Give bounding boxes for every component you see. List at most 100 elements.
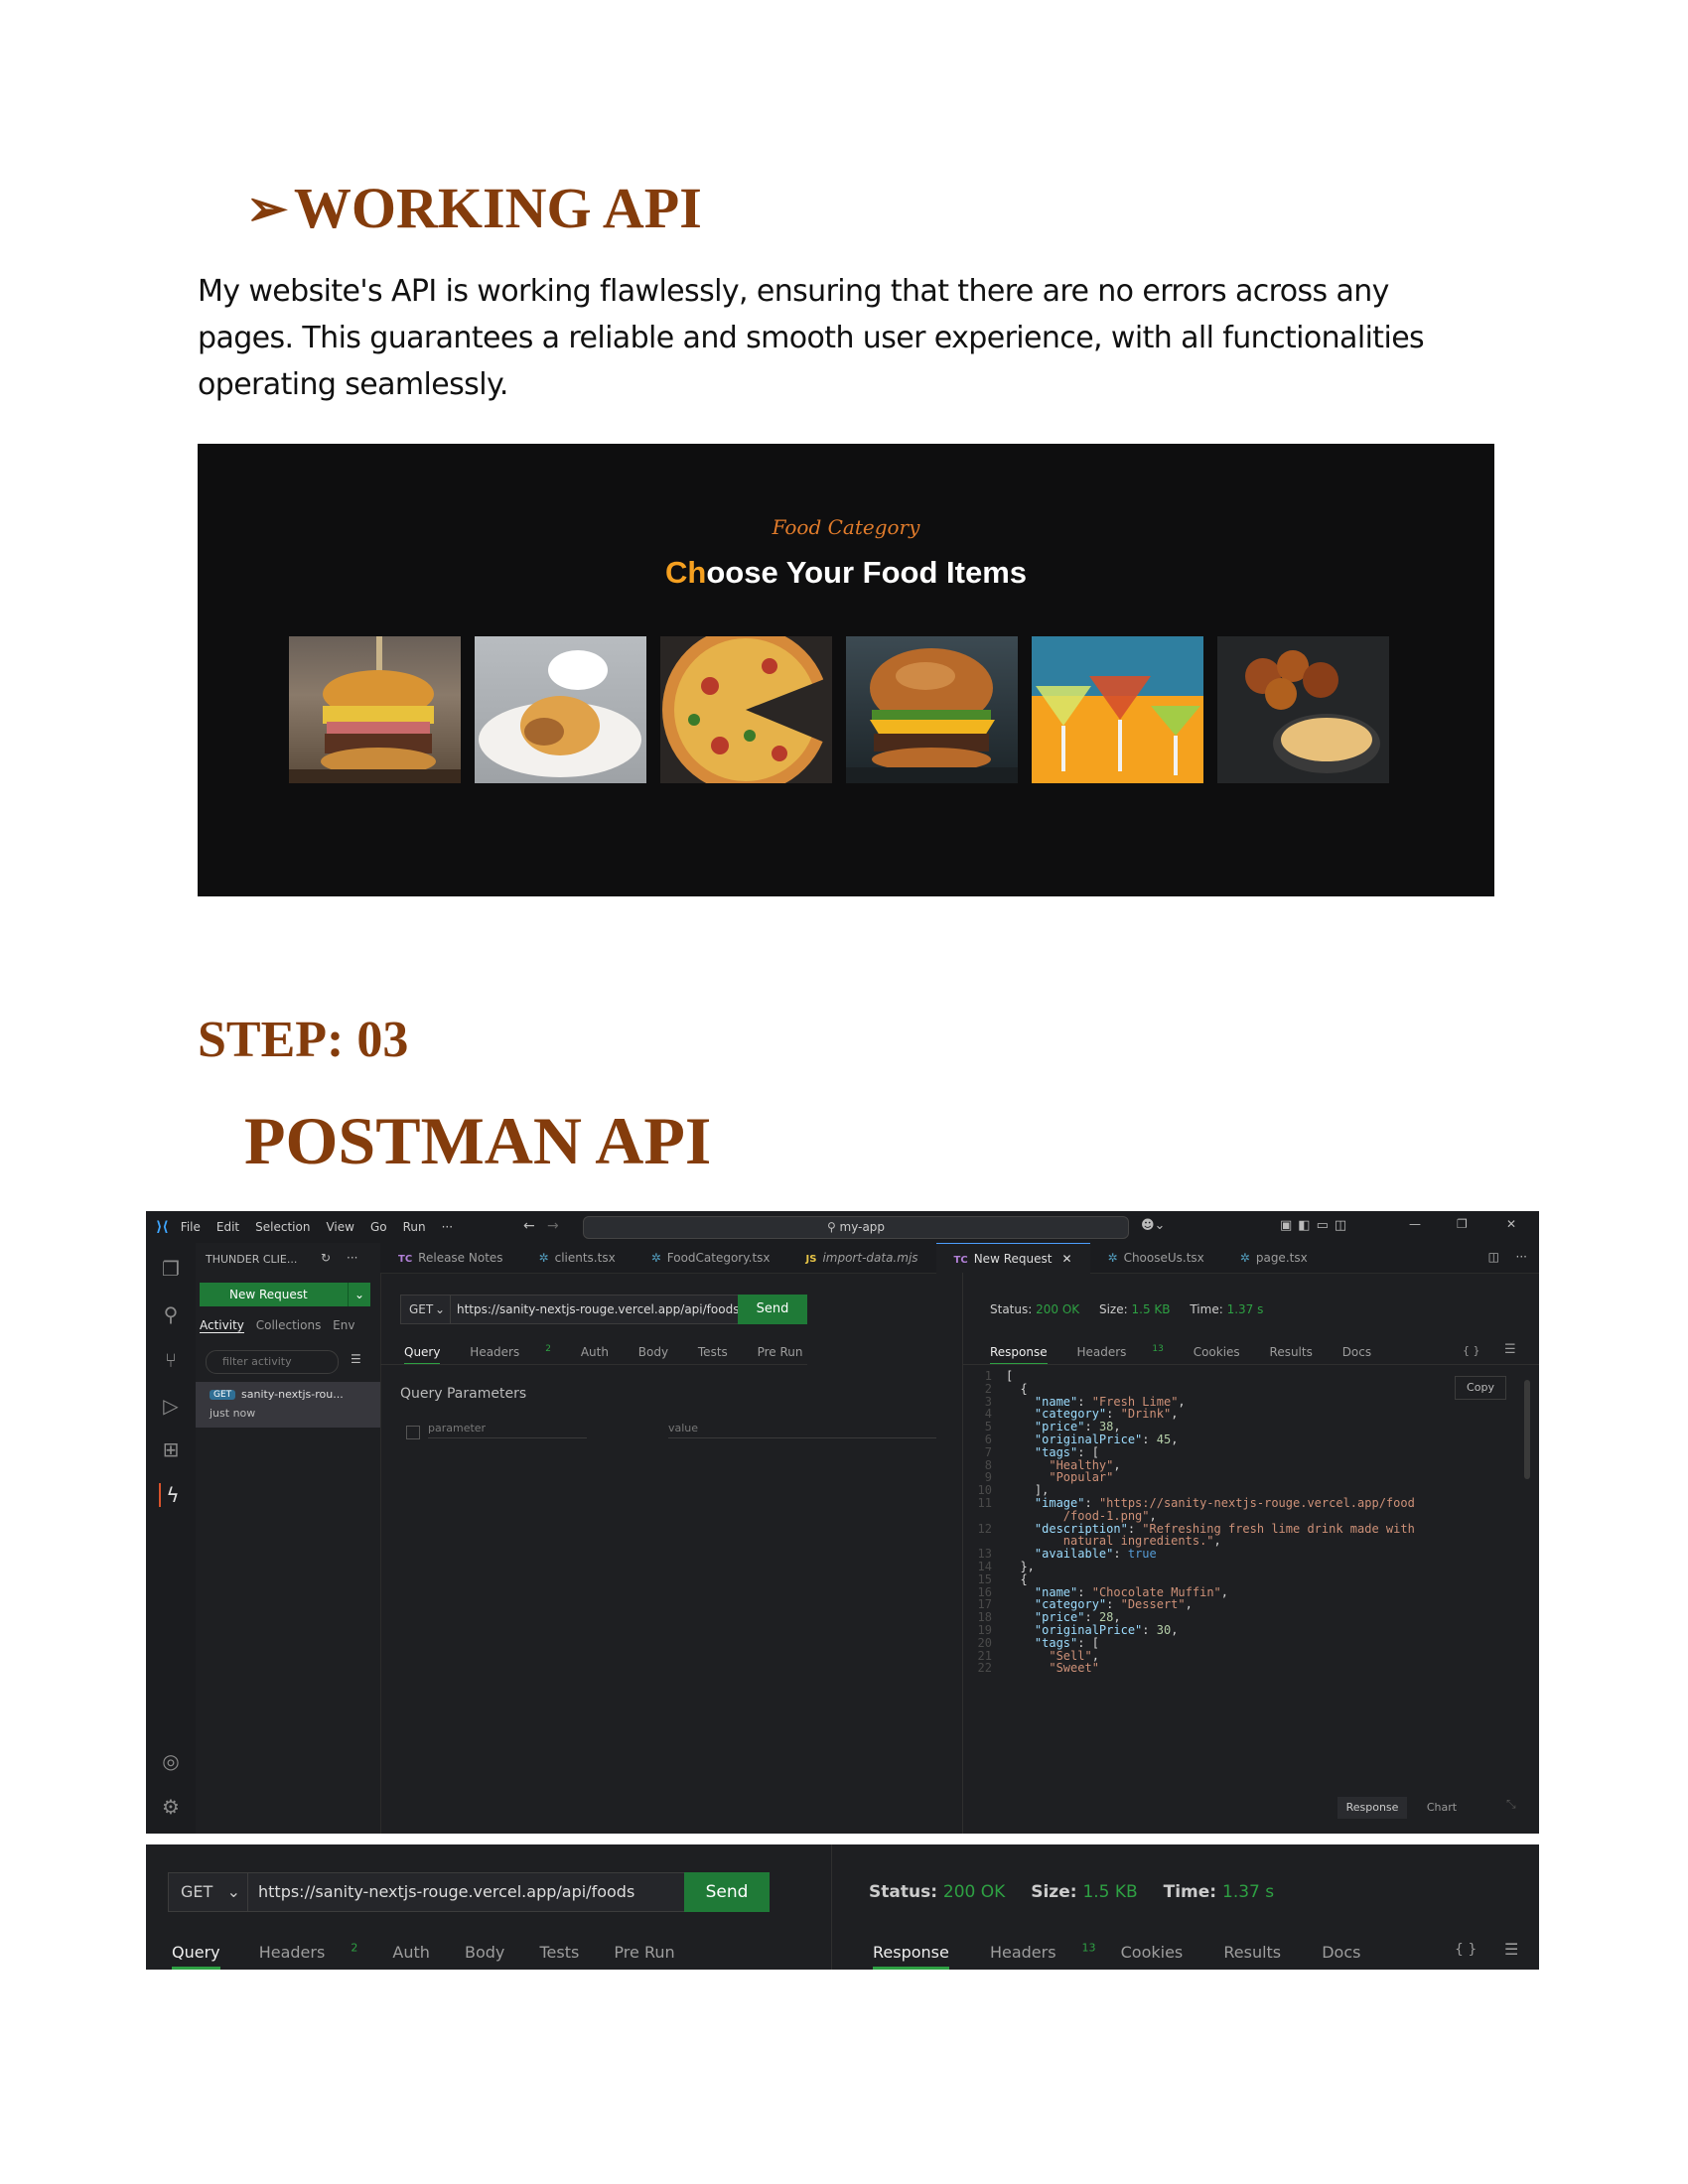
strip-send-button[interactable]: Send — [684, 1872, 770, 1912]
wrap-lines-icon[interactable]: ☰ — [1504, 1342, 1516, 1357]
menu-more[interactable]: ··· — [442, 1220, 453, 1234]
resp-tab-response[interactable]: Response — [990, 1345, 1048, 1365]
menu-file[interactable]: File — [181, 1220, 201, 1234]
query-params-title: Query Parameters — [400, 1386, 527, 1402]
url-input[interactable]: https://sanity-nextjs-rouge.vercel.app/a… — [450, 1295, 740, 1324]
strip-divider — [831, 1844, 832, 1970]
activity-item[interactable]: GET sanity-nextjs-rou... just now — [196, 1382, 380, 1428]
close-window-icon[interactable]: ✕ — [1506, 1217, 1516, 1231]
format-braces-icon[interactable]: { } — [1463, 1344, 1480, 1357]
subtab-pre-run[interactable]: Pre Run — [758, 1345, 803, 1359]
menu-lines-icon[interactable]: ☰ — [351, 1352, 361, 1366]
forward-arrow-icon[interactable]: → — [547, 1218, 559, 1234]
resp-tab-docs[interactable]: Docs — [1342, 1345, 1371, 1359]
strip-resp-tab-results[interactable]: Results — [1223, 1943, 1281, 1962]
refresh-icon[interactable]: ↻ — [321, 1251, 331, 1265]
menu-go[interactable]: Go — [370, 1220, 387, 1234]
react-file-icon: ✲ — [538, 1251, 549, 1265]
tab-choose-us[interactable]: ✲ ChooseUs.tsx — [1090, 1243, 1222, 1273]
minimize-icon[interactable]: — — [1409, 1217, 1421, 1231]
method-badge: GET — [210, 1390, 236, 1400]
settings-gear-icon[interactable]: ⚙ — [159, 1795, 183, 1819]
more-tabs-icon[interactable]: ··· — [1516, 1250, 1527, 1264]
strip-response-subtabs: Response Headers 13 Cookies Results Docs — [873, 1942, 1386, 1971]
strip-resp-tab-cookies[interactable]: Cookies — [1121, 1943, 1184, 1962]
search-text: my-app — [839, 1220, 886, 1234]
more-actions-icon[interactable]: ··· — [347, 1251, 357, 1265]
tab-import-data[interactable]: JS import-data.mjs — [788, 1243, 936, 1273]
tab-release-notes[interactable]: TC Release Notes — [380, 1243, 521, 1273]
menu-run[interactable]: Run — [403, 1220, 426, 1234]
strip-wrap-lines-icon[interactable]: ☰ — [1504, 1940, 1518, 1959]
parameter-input[interactable]: parameter — [428, 1422, 587, 1438]
param-checkbox[interactable] — [406, 1426, 420, 1439]
thunder-client-icon[interactable]: ϟ — [159, 1483, 185, 1507]
food-image-plated-dish — [475, 636, 646, 783]
section-heading-working-api: ➢ WORKING API — [246, 175, 702, 241]
food-image-pizza — [660, 636, 832, 783]
time-value: 1.37 s — [1226, 1302, 1264, 1316]
chevron-down-icon[interactable]: ⌄ — [348, 1283, 370, 1306]
menu-selection[interactable]: Selection — [255, 1220, 310, 1234]
strip-method-select[interactable]: GET ⌄ — [168, 1872, 249, 1912]
back-arrow-icon[interactable]: ← — [523, 1218, 535, 1234]
js-badge: JS — [805, 1254, 817, 1265]
strip-subtab-headers[interactable]: Headers 2 — [259, 1942, 358, 1962]
resp-tab-results[interactable]: Results — [1270, 1345, 1313, 1359]
source-control-icon[interactable]: ⑂ — [159, 1348, 183, 1372]
tab-clients[interactable]: ✲ clients.tsx — [521, 1243, 633, 1273]
close-tab-icon[interactable]: ✕ — [1061, 1252, 1071, 1266]
method-select[interactable]: GET ⌄ — [400, 1295, 452, 1324]
run-debug-icon[interactable]: ▷ — [159, 1394, 183, 1418]
expand-icon[interactable]: ⤡ — [1506, 1797, 1516, 1812]
strip-subtab-pre-run[interactable]: Pre Run — [614, 1943, 674, 1962]
resp-tab-headers[interactable]: Headers 13 — [1076, 1344, 1163, 1359]
resp-tab-cookies[interactable]: Cookies — [1194, 1345, 1240, 1359]
resp-headers-label: Headers — [1076, 1345, 1127, 1359]
restore-icon[interactable]: ❐ — [1457, 1217, 1468, 1231]
footer-response-button[interactable]: Response — [1337, 1797, 1407, 1819]
strip-subtab-body[interactable]: Body — [465, 1943, 504, 1962]
strip-url-input[interactable]: https://sanity-nextjs-rouge.vercel.app/a… — [247, 1872, 686, 1912]
tab-food-category[interactable]: ✲ FoodCategory.tsx — [633, 1243, 788, 1273]
subtab-query[interactable]: Query — [404, 1345, 441, 1365]
send-button[interactable]: Send — [738, 1295, 807, 1324]
filter-activity-input[interactable]: filter activity — [206, 1350, 339, 1374]
strip-subtab-auth[interactable]: Auth — [392, 1943, 430, 1962]
strip-status-value: 200 OK — [942, 1882, 1006, 1902]
react-file-icon: ✲ — [650, 1251, 661, 1265]
split-editor-icon[interactable]: ◫ — [1488, 1250, 1499, 1264]
footer-chart-button[interactable]: Chart — [1417, 1797, 1467, 1819]
command-search-box[interactable]: ⚲ my-app — [583, 1216, 1129, 1239]
tab-activity[interactable]: Activity — [200, 1318, 244, 1333]
tab-new-request[interactable]: TC New Request ✕ — [935, 1242, 1090, 1274]
new-request-button[interactable]: New Request ⌄ — [200, 1283, 370, 1306]
layout-icons[interactable]: ▣◧▭◫ — [1280, 1218, 1352, 1233]
menu-view[interactable]: View — [326, 1220, 353, 1234]
explorer-icon[interactable]: ❐ — [159, 1257, 183, 1281]
strip-resp-tab-headers[interactable]: Headers 13 — [989, 1942, 1096, 1963]
strip-resp-tab-docs[interactable]: Docs — [1322, 1943, 1360, 1962]
strip-format-braces-icon[interactable]: { } — [1455, 1942, 1477, 1958]
copy-button[interactable]: Copy — [1455, 1376, 1506, 1400]
tab-collections[interactable]: Collections — [256, 1318, 322, 1332]
strip-resp-tab-response[interactable]: Response — [873, 1943, 949, 1971]
subtab-auth[interactable]: Auth — [581, 1345, 609, 1359]
strip-subtab-tests[interactable]: Tests — [539, 1943, 579, 1962]
account-icon[interactable]: ◎ — [159, 1749, 183, 1773]
tab-env[interactable]: Env — [333, 1318, 354, 1332]
strip-subtab-query[interactable]: Query — [172, 1943, 220, 1971]
subtab-body[interactable]: Body — [638, 1345, 668, 1359]
copilot-icon[interactable]: ☻⌄ — [1141, 1218, 1165, 1233]
food-image-cheeseburger — [846, 636, 1018, 783]
strip-resp-headers-label: Headers — [989, 1943, 1056, 1963]
extensions-icon[interactable]: ⊞ — [159, 1437, 183, 1461]
subtab-tests[interactable]: Tests — [698, 1345, 728, 1359]
react-file-icon: ✲ — [1107, 1251, 1118, 1265]
scrollbar[interactable] — [1524, 1380, 1530, 1479]
subtab-headers[interactable]: Headers 2 — [470, 1344, 551, 1359]
value-input[interactable]: value — [668, 1422, 936, 1438]
menu-edit[interactable]: Edit — [216, 1220, 239, 1234]
tab-page[interactable]: ✲ page.tsx — [1222, 1243, 1326, 1273]
search-sidebar-icon[interactable]: ⚲ — [159, 1302, 183, 1326]
